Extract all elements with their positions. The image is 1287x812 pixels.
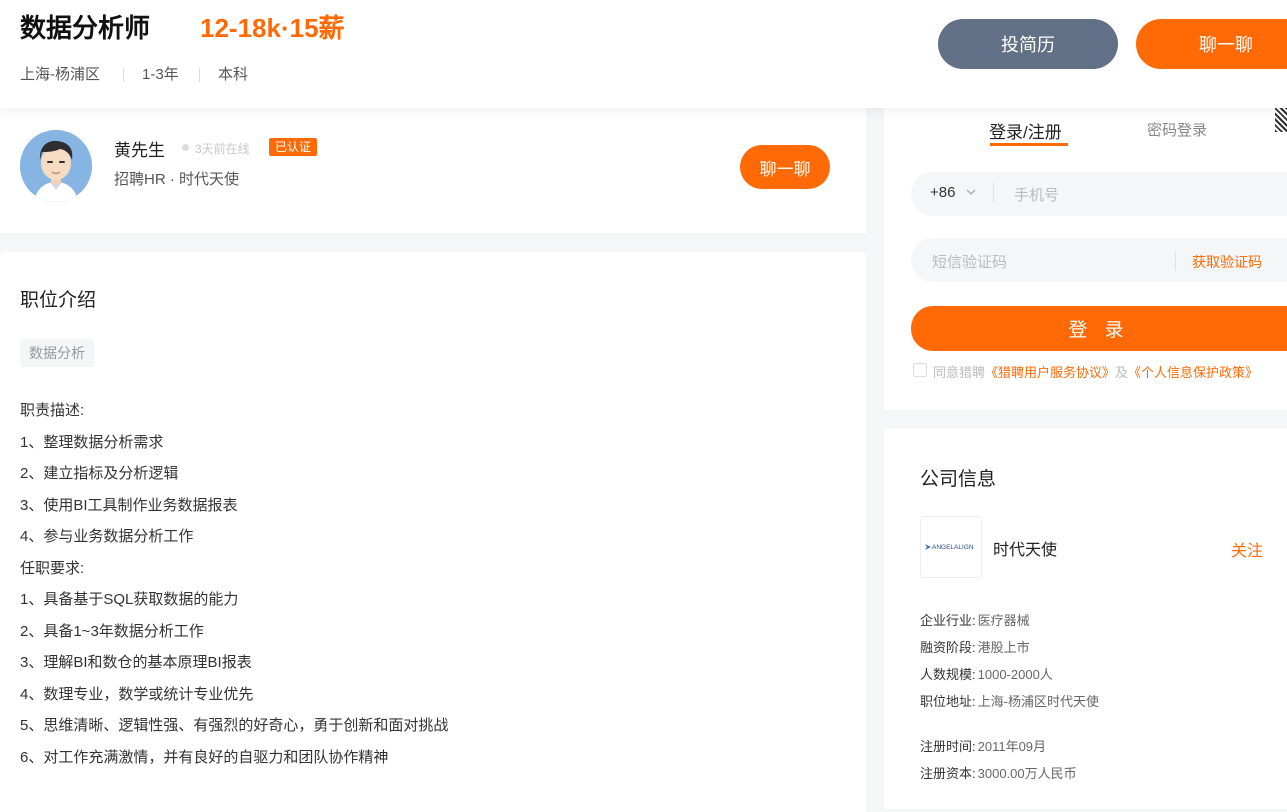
divider	[1175, 251, 1176, 271]
job-location: 上海-杨浦区	[20, 66, 100, 83]
chat-button[interactable]: 聊一聊	[1136, 19, 1287, 69]
company-info-row: 人数规模: 1000-2000人	[920, 664, 1053, 683]
divider	[199, 68, 200, 82]
recruiter-role: 招聘HR · 时代天使	[114, 171, 239, 188]
description-line: 3、使用BI工具制作业务数据报表	[20, 496, 238, 514]
agreement-prefix: 同意猎聘	[933, 365, 986, 380]
info-label: 融资阶段:	[920, 640, 976, 655]
agreement-connector: 及	[1115, 365, 1129, 380]
description-line: 任职要求:	[20, 559, 85, 577]
skill-tag: 数据分析	[20, 339, 94, 367]
company-section-title: 公司信息	[920, 469, 997, 490]
salary: 12-18k·15薪	[200, 13, 345, 43]
online-status: 3天前在线	[195, 142, 250, 156]
info-value: 港股上市	[977, 640, 1030, 655]
info-value: 医疗器械	[977, 613, 1030, 628]
get-code-button[interactable]: 获取验证码	[1192, 252, 1262, 272]
privacy-policy-link[interactable]: 《个人信息保护政策》	[1128, 365, 1258, 380]
description-line: 3、理解BI和数仓的基本原理BI报表	[20, 654, 252, 671]
chevron-down-icon[interactable]	[965, 186, 977, 198]
tab-password-login[interactable]: 密码登录	[1147, 119, 1207, 140]
info-value: 3000.00万人民币	[977, 766, 1077, 781]
country-code-select[interactable]: +86	[930, 184, 955, 201]
description-line: 2、具备1~3年数据分析工作	[20, 622, 204, 640]
description-line: 1、具备基于SQL获取数据的能力	[20, 591, 239, 608]
info-label: 企业行业:	[920, 613, 976, 628]
company-info-row: 融资阶段: 港股上市	[920, 637, 1030, 656]
company-info-row: 注册时间: 2011年09月	[920, 736, 1046, 755]
company-logo-text: ANGELALIGN	[932, 544, 974, 551]
description-line: 6、对工作充满激情，并有良好的自驱力和团队协作精神	[20, 748, 389, 766]
description-line: 4、数理专业，数学或统计专业优先	[20, 685, 254, 703]
login-button[interactable]: 登 录	[911, 306, 1287, 351]
user-agreement-link[interactable]: 《猎聘用户服务协议》	[985, 365, 1115, 380]
description-line: 2、建立指标及分析逻辑	[20, 465, 179, 482]
sms-code-input[interactable]	[930, 249, 1164, 275]
company-info-row: 职位地址: 上海-杨浦区时代天使	[920, 691, 1099, 710]
avatar[interactable]	[20, 130, 92, 202]
info-label: 注册资本:	[920, 766, 976, 781]
job-header: 数据分析师 12-18k·15薪 上海-杨浦区 1-3年 本科 投简历 聊一聊	[0, 0, 1287, 108]
qr-code-icon[interactable]	[1275, 108, 1287, 132]
tab-login-register[interactable]: 登录/注册	[989, 118, 1062, 143]
description-line: 1、整理数据分析需求	[20, 433, 164, 451]
info-label: 职位地址:	[920, 694, 976, 709]
agreement-checkbox[interactable]	[913, 363, 927, 377]
info-value: 1000-2000人	[977, 667, 1053, 682]
recruiter-name: 黄先生	[114, 141, 165, 160]
info-value: 上海-杨浦区时代天使	[977, 694, 1099, 709]
job-title: 数据分析师	[20, 13, 151, 43]
company-logo-mark-icon: ANGELALIGN	[925, 544, 974, 551]
phone-input[interactable]	[1012, 182, 1276, 208]
info-value: 2011年09月	[977, 739, 1047, 754]
job-education: 本科	[218, 66, 249, 83]
company-info-row: 注册资本: 3000.00万人民币	[920, 763, 1077, 782]
divider	[993, 183, 994, 203]
online-status-dot-icon	[182, 144, 189, 151]
description-line: 5、思维清晰、逻辑性强、有强烈的好奇心，勇于创新和面对挑战	[20, 717, 449, 734]
description-line: 4、参与业务数据分析工作	[20, 528, 194, 545]
company-logo[interactable]: ANGELALIGN	[920, 516, 982, 578]
follow-button[interactable]: 关注	[1231, 537, 1263, 561]
info-label: 人数规模:	[920, 667, 976, 682]
section-title: 职位介绍	[20, 290, 97, 311]
chat-recruiter-button[interactable]: 聊一聊	[740, 145, 830, 189]
info-label: 注册时间:	[920, 739, 976, 754]
active-tab-indicator	[990, 143, 1068, 146]
job-description-text: 职责描述: 1、整理数据分析需求 2、建立指标及分析逻辑 3、使用BI工具制作业…	[20, 398, 448, 776]
agreement-text: 同意猎聘《猎聘用户服务协议》及《个人信息保护政策》	[933, 362, 1258, 381]
verified-badge: 已认证	[269, 138, 318, 156]
avatar-illustration-icon	[20, 130, 92, 202]
company-name[interactable]: 时代天使	[993, 536, 1057, 560]
description-line: 职责描述:	[20, 402, 85, 419]
divider	[123, 68, 124, 82]
job-experience: 1-3年	[142, 66, 179, 83]
company-info-row: 企业行业: 医疗器械	[920, 610, 1030, 629]
submit-resume-button[interactable]: 投简历	[938, 19, 1118, 69]
